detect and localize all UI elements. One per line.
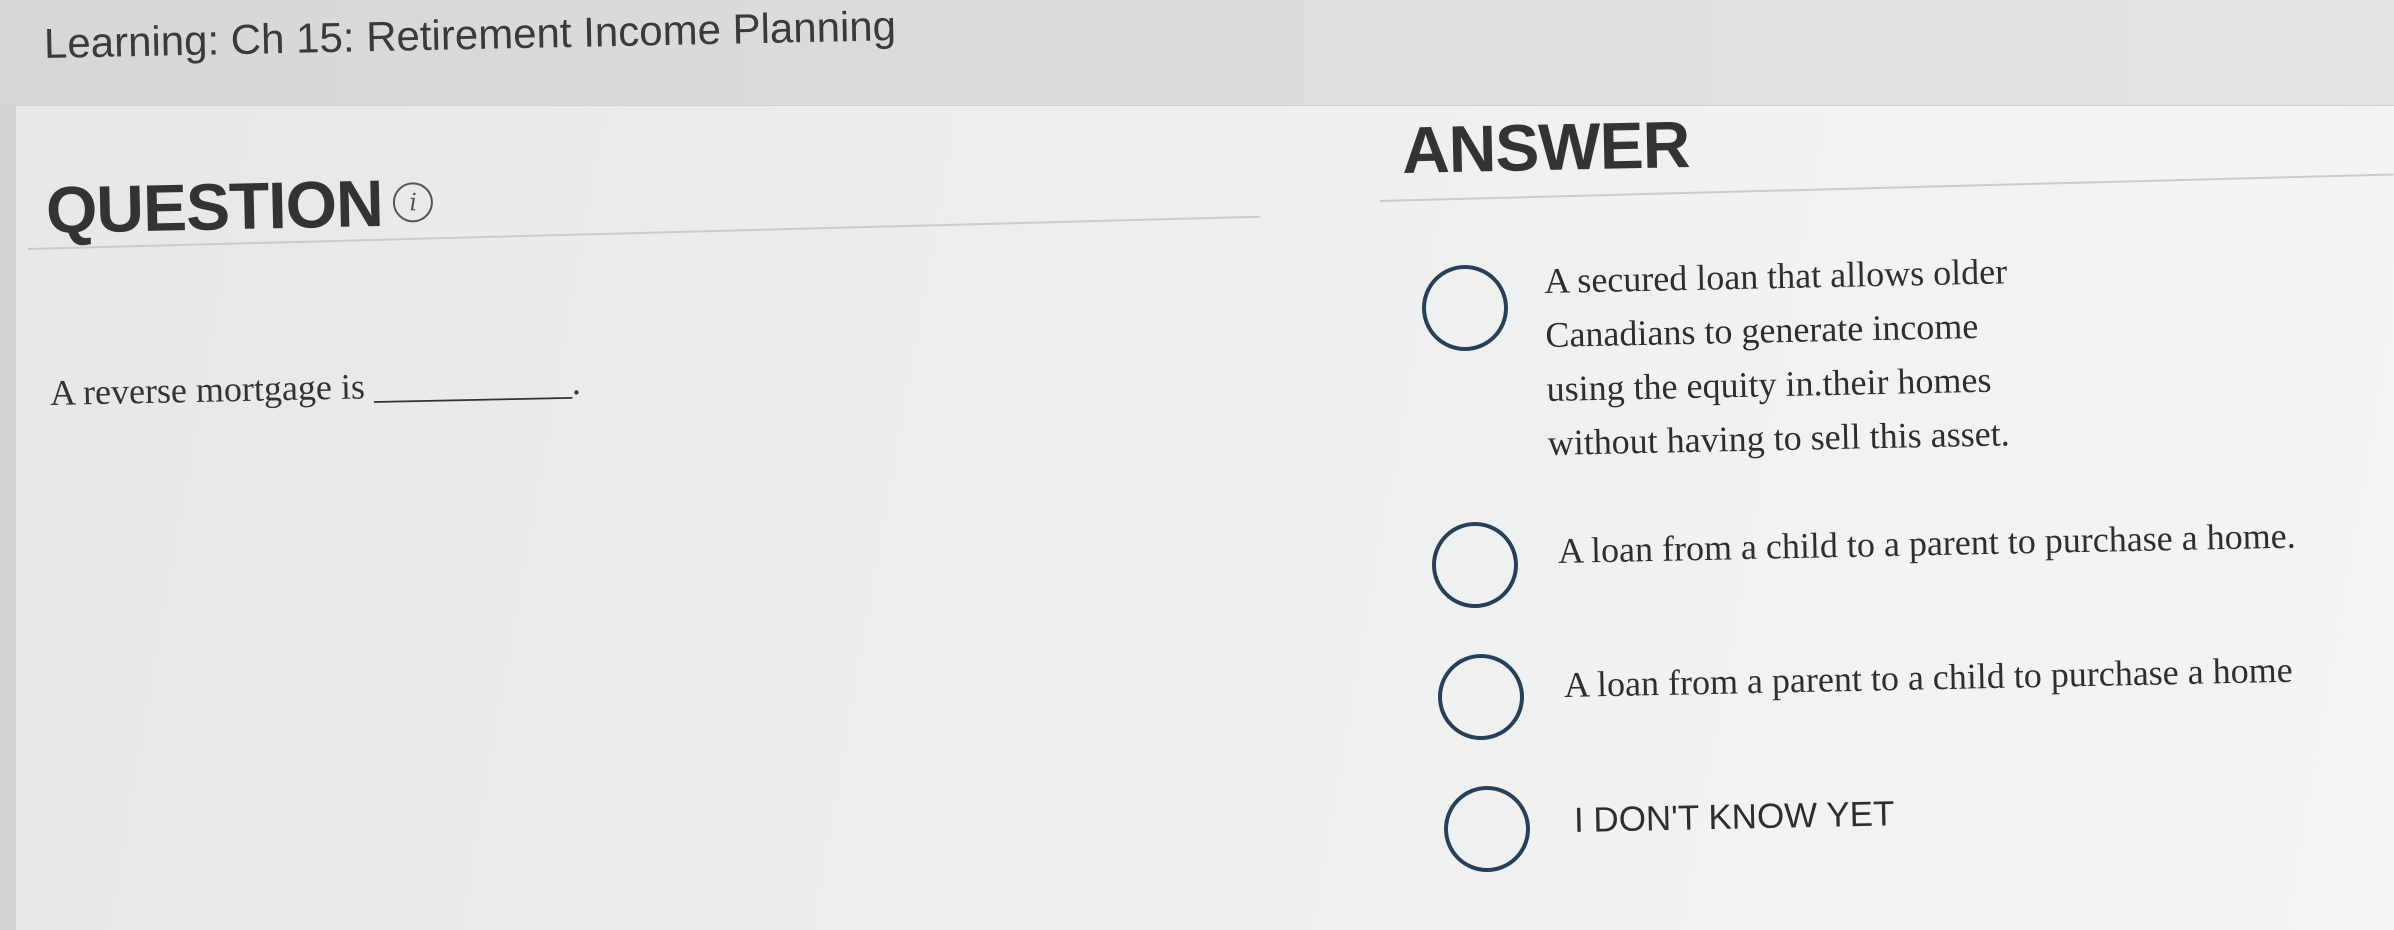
info-icon[interactable]: i	[392, 181, 434, 223]
answer-option-1-line-4: without having to sell this asset.	[1547, 413, 2010, 463]
answer-option-4-text: I DON'T KNOW YET	[1573, 794, 1895, 840]
answer-option-1-line-2: Canadians to generate income	[1545, 305, 1979, 356]
course-title: Learning: Ch 15: Retirement Income Plann…	[43, 2, 897, 67]
top-bar: Learning: Ch 15: Retirement Income Plann…	[0, 0, 2394, 106]
left-edge-panel	[0, 105, 16, 930]
answer-heading: ANSWER	[1401, 106, 1691, 187]
radio-button-4[interactable]	[1444, 786, 1530, 872]
answer-option-1-line-1: A secured loan that allows older	[1543, 251, 2008, 302]
question-text: A reverse mortgage is ___________.	[49, 361, 582, 413]
quiz-page: Learning: Ch 15: Retirement Income Plann…	[0, 0, 2394, 930]
answer-option-1-line-3: using the equity in.their homes	[1546, 359, 1992, 409]
question-heading: QUESTION i	[45, 164, 434, 248]
answer-option-1-text: A secured loan that allows older Canadia…	[1544, 244, 2011, 470]
radio-button-2[interactable]	[1432, 522, 1518, 608]
question-heading-label: QUESTION	[45, 165, 384, 247]
radio-button-3[interactable]	[1438, 654, 1524, 740]
answer-option-2-text: A loan from a child to a parent to purch…	[1557, 515, 2297, 571]
answer-option-3-text: A loan from a parent to a child to purch…	[1563, 649, 2294, 705]
radio-button-1[interactable]	[1422, 265, 1508, 351]
